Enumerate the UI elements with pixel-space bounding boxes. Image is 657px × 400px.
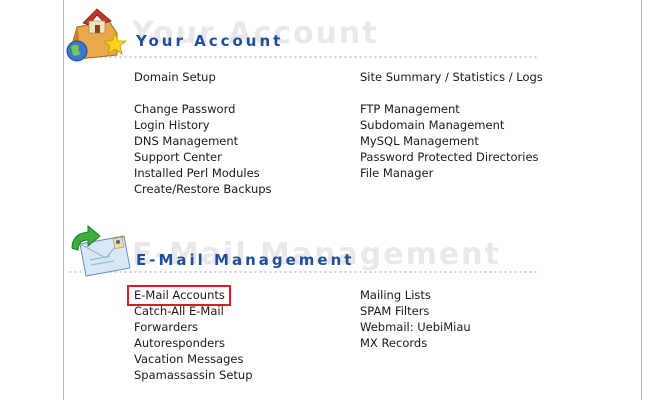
file-manager-link[interactable]: File Manager: [360, 165, 433, 181]
dns-management-link[interactable]: DNS Management: [134, 133, 238, 149]
password-protected-directories-link[interactable]: Password Protected Directories: [360, 149, 539, 165]
subdomain-management-link[interactable]: Subdomain Management: [360, 117, 504, 133]
webmail-uebimiau-link[interactable]: Webmail: UebiMiau: [360, 319, 471, 335]
installed-perl-modules-link[interactable]: Installed Perl Modules: [134, 165, 260, 181]
envelope-arrow-icon: [71, 224, 131, 277]
domain-setup-link[interactable]: Domain Setup: [134, 69, 216, 85]
site-summary-link[interactable]: Site Summary / Statistics / Logs: [360, 69, 543, 85]
mysql-management-link[interactable]: MySQL Management: [360, 133, 479, 149]
ftp-management-link[interactable]: FTP Management: [360, 101, 460, 117]
create-restore-backups-link[interactable]: Create/Restore Backups: [134, 181, 272, 197]
your-account-section: Your Account Your Account Domain Setup C…: [64, 0, 640, 210]
house-star-globe-icon: [66, 8, 128, 62]
mailing-lists-link[interactable]: Mailing Lists: [360, 287, 431, 303]
autoresponders-link[interactable]: Autoresponders: [134, 335, 225, 351]
email-management-section: E-Mail Management E-Mail Management E-Ma…: [64, 215, 640, 400]
section-divider: [68, 270, 538, 274]
login-history-link[interactable]: Login History: [134, 117, 210, 133]
spam-filters-link[interactable]: SPAM Filters: [360, 303, 429, 319]
catch-all-email-link[interactable]: Catch-All E-Mail: [134, 303, 224, 319]
email-management-title: E-Mail Management: [136, 251, 355, 269]
mx-records-link[interactable]: MX Records: [360, 335, 427, 351]
change-password-link[interactable]: Change Password: [134, 101, 235, 117]
spamassassin-setup-link[interactable]: Spamassassin Setup: [134, 367, 253, 383]
section-divider: [68, 55, 538, 59]
support-center-link[interactable]: Support Center: [134, 149, 222, 165]
forwarders-link[interactable]: Forwarders: [134, 319, 198, 335]
your-account-title: Your Account: [136, 32, 284, 50]
email-accounts-link[interactable]: E-Mail Accounts: [134, 287, 225, 303]
vacation-messages-link[interactable]: Vacation Messages: [134, 351, 243, 367]
frame-right-border: [641, 0, 642, 400]
